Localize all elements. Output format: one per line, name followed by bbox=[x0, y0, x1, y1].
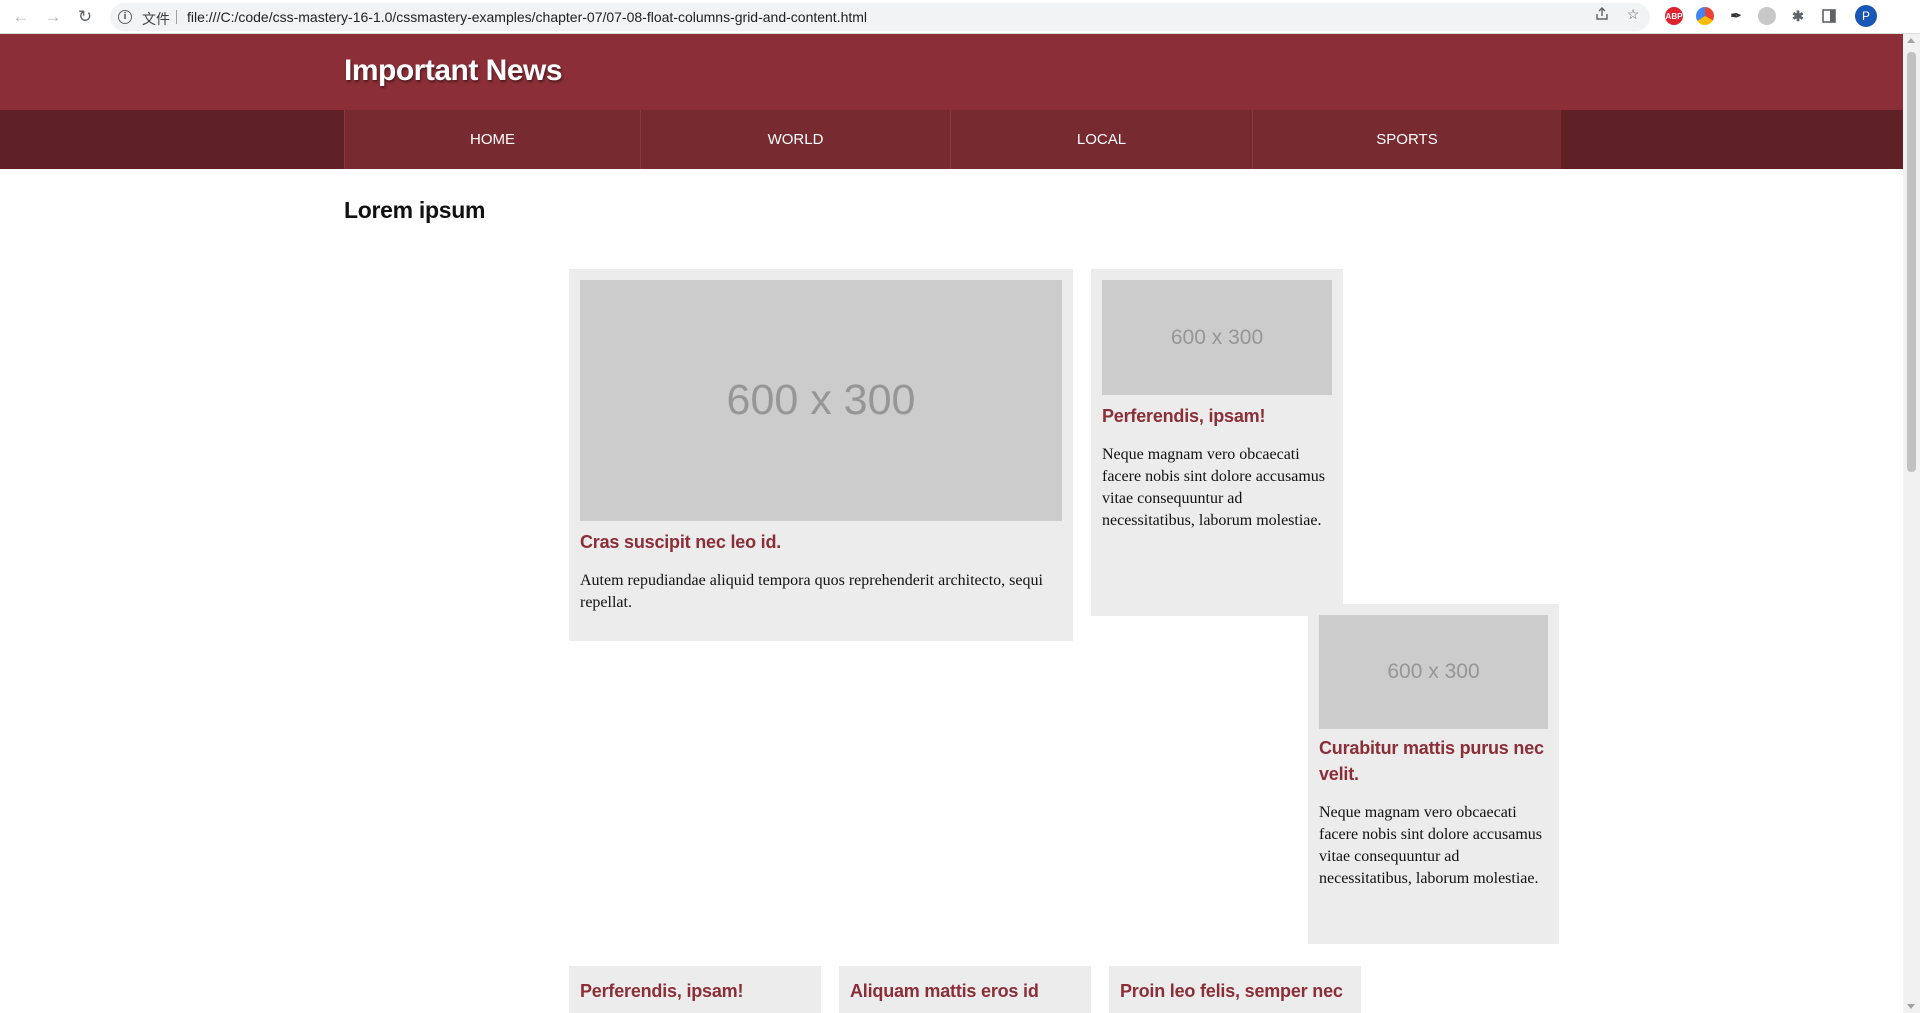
bookmark-star-icon[interactable]: ☆ bbox=[1625, 6, 1641, 22]
story-body: Neque magnam vero obcaecati facere nobis… bbox=[1319, 804, 1543, 887]
story-card[interactable]: Proin leo felis, semper nec bbox=[1109, 966, 1361, 1013]
story-image-placeholder: 600 x 300 bbox=[1102, 280, 1332, 395]
story-card[interactable]: 600 x 300 Curabitur mattis purus nec vel… bbox=[1308, 604, 1559, 944]
page-viewport: Important News HOME WORLD LOCAL SPORTS L… bbox=[0, 34, 1903, 1013]
address-separator bbox=[176, 10, 177, 24]
forward-icon[interactable]: → bbox=[41, 5, 65, 29]
adblock-extension-icon[interactable]: ABP bbox=[1665, 7, 1683, 25]
story-image-placeholder: 600 x 300 bbox=[1319, 615, 1548, 729]
site-title: Important News bbox=[344, 54, 563, 87]
story-title[interactable]: Aliquam mattis eros id posuere bbox=[850, 978, 1080, 1013]
info-icon[interactable]: i bbox=[118, 10, 132, 24]
story-card[interactable]: Aliquam mattis eros id posuere bbox=[839, 966, 1091, 1013]
story-card[interactable]: 600 x 300 Cras suscipit nec leo id. Aute… bbox=[569, 269, 1073, 641]
pen-extension-icon[interactable]: ✒ bbox=[1727, 7, 1745, 25]
address-bar[interactable]: i 文件 file:///C:/code/css-mastery-16-1.0/… bbox=[110, 3, 1650, 31]
story-title[interactable]: Perferendis, ipsam! bbox=[1102, 403, 1332, 429]
section-title: Lorem ipsum bbox=[344, 197, 486, 223]
reload-icon[interactable]: ↻ bbox=[73, 5, 97, 29]
scrollbar-thumb[interactable] bbox=[1907, 52, 1916, 472]
side-panel-icon[interactable] bbox=[1820, 7, 1838, 25]
nav-item-world[interactable]: WORLD bbox=[640, 110, 950, 169]
scroll-up-icon[interactable] bbox=[1907, 38, 1915, 43]
story-image-placeholder: 600 x 300 bbox=[580, 280, 1062, 521]
site-header: Important News bbox=[0, 34, 1903, 110]
address-scheme-label: 文件 bbox=[142, 12, 170, 28]
back-icon[interactable]: ← bbox=[9, 5, 33, 29]
story-title[interactable]: Cras suscipit nec leo id. bbox=[580, 529, 1062, 555]
profile-avatar[interactable]: P bbox=[1855, 5, 1877, 27]
address-url[interactable]: file:///C:/code/css-mastery-16-1.0/cssma… bbox=[187, 9, 867, 25]
story-title[interactable]: Perferendis, ipsam! bbox=[580, 978, 810, 1004]
vertical-scrollbar[interactable] bbox=[1903, 34, 1920, 1013]
extensions-puzzle-icon[interactable]: ✱ bbox=[1789, 7, 1807, 25]
story-card[interactable]: Perferendis, ipsam! bbox=[569, 966, 821, 1013]
story-card[interactable]: 600 x 300 Perferendis, ipsam! Neque magn… bbox=[1091, 269, 1343, 616]
scroll-down-icon[interactable] bbox=[1907, 1004, 1915, 1009]
story-title[interactable]: Proin leo felis, semper nec bbox=[1120, 978, 1350, 1004]
nav-item-local[interactable]: LOCAL bbox=[950, 110, 1252, 169]
story-body: Neque magnam vero obcaecati facere nobis… bbox=[1102, 446, 1326, 529]
share-icon[interactable] bbox=[1594, 6, 1610, 22]
shield-extension-icon[interactable] bbox=[1758, 7, 1776, 25]
browser-toolbar: ← → ↻ i 文件 file:///C:/code/css-mastery-1… bbox=[0, 0, 1920, 34]
nav-item-sports[interactable]: SPORTS bbox=[1252, 110, 1561, 169]
story-title[interactable]: Curabitur mattis purus nec velit. bbox=[1319, 735, 1548, 787]
nav-item-home[interactable]: HOME bbox=[344, 110, 640, 169]
story-body: Autem repudiandae aliquid tempora quos r… bbox=[580, 572, 1043, 611]
color-extension-icon[interactable] bbox=[1696, 7, 1714, 25]
main-nav: HOME WORLD LOCAL SPORTS bbox=[0, 110, 1903, 169]
